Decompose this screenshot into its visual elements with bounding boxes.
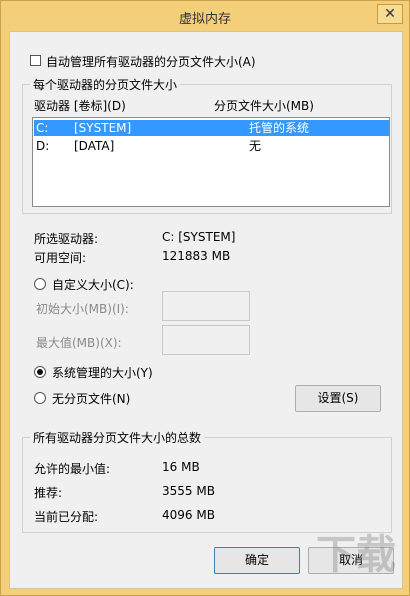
virtual-memory-dialog: 虚拟内存 ✕ 自动管理所有驱动器的分页文件大小(A) 每个驱动器的分页文件大小 … xyxy=(0,0,410,596)
column-header-drive[interactable]: 驱动器 [卷标](D) xyxy=(34,97,126,114)
watermark-logo: 下载 xyxy=(316,532,396,578)
drive-volume-label: [SYSTEM] xyxy=(74,121,132,135)
drive-letter: D: xyxy=(36,139,50,153)
system-managed-radio[interactable] xyxy=(34,366,46,378)
free-space-label: 可用空间: xyxy=(34,251,87,265)
drive-list[interactable]: C: [SYSTEM] 托管的系统 D: [DATA] 无 xyxy=(32,117,390,207)
currently-allocated-label: 当前已分配: xyxy=(34,510,99,524)
selected-drive-value: C: [SYSTEM] xyxy=(162,230,236,244)
column-header-size[interactable]: 分页文件大小(MB) xyxy=(214,97,314,114)
no-paging-file-radio[interactable] xyxy=(34,392,46,404)
dialog-title: 虚拟内存 xyxy=(178,12,231,27)
radio-selected-dot xyxy=(37,369,43,375)
drive-row-c[interactable]: C: [SYSTEM] 托管的系统 xyxy=(34,120,389,136)
initial-size-input[interactable] xyxy=(162,291,250,321)
selected-drive-label: 所选驱动器: xyxy=(34,232,99,246)
recommended-value: 3555 MB xyxy=(162,484,215,498)
close-button[interactable]: ✕ xyxy=(377,4,403,24)
auto-manage-checkbox[interactable] xyxy=(30,55,41,66)
dialog-client: 自动管理所有驱动器的分页文件大小(A) 每个驱动器的分页文件大小 驱动器 [卷标… xyxy=(9,31,403,589)
drive-page-size: 无 xyxy=(249,139,262,153)
min-allowed-label: 允许的最小值: xyxy=(34,462,111,476)
max-size-input[interactable] xyxy=(162,325,250,355)
no-paging-file-label[interactable]: 无分页文件(N) xyxy=(52,390,130,407)
initial-size-label: 初始大小(MB)(I): xyxy=(36,302,129,316)
max-size-label: 最大值(MB)(X): xyxy=(36,336,122,350)
system-managed-label[interactable]: 系统管理的大小(Y) xyxy=(52,364,153,381)
auto-manage-label[interactable]: 自动管理所有驱动器的分页文件大小(A) xyxy=(46,53,256,70)
title-bar: 虚拟内存 ✕ xyxy=(1,1,409,29)
drive-volume-label: [DATA] xyxy=(74,139,115,153)
drive-letter: C: xyxy=(36,121,49,135)
drive-page-size: 托管的系统 xyxy=(249,121,310,135)
recommended-label: 推荐: xyxy=(34,486,63,500)
drive-row-d[interactable]: D: [DATA] 无 xyxy=(34,138,389,154)
free-space-value: 121883 MB xyxy=(162,249,231,263)
totals-group-title: 所有驱动器分页文件大小的总数 xyxy=(30,429,205,446)
min-allowed-value: 16 MB xyxy=(162,460,200,474)
custom-size-label[interactable]: 自定义大小(C): xyxy=(52,276,134,293)
set-button[interactable]: 设置(S) xyxy=(295,385,381,412)
per-drive-group-title: 每个驱动器的分页文件大小 xyxy=(30,76,181,93)
currently-allocated-value: 4096 MB xyxy=(162,508,215,522)
custom-size-radio[interactable] xyxy=(34,278,46,290)
